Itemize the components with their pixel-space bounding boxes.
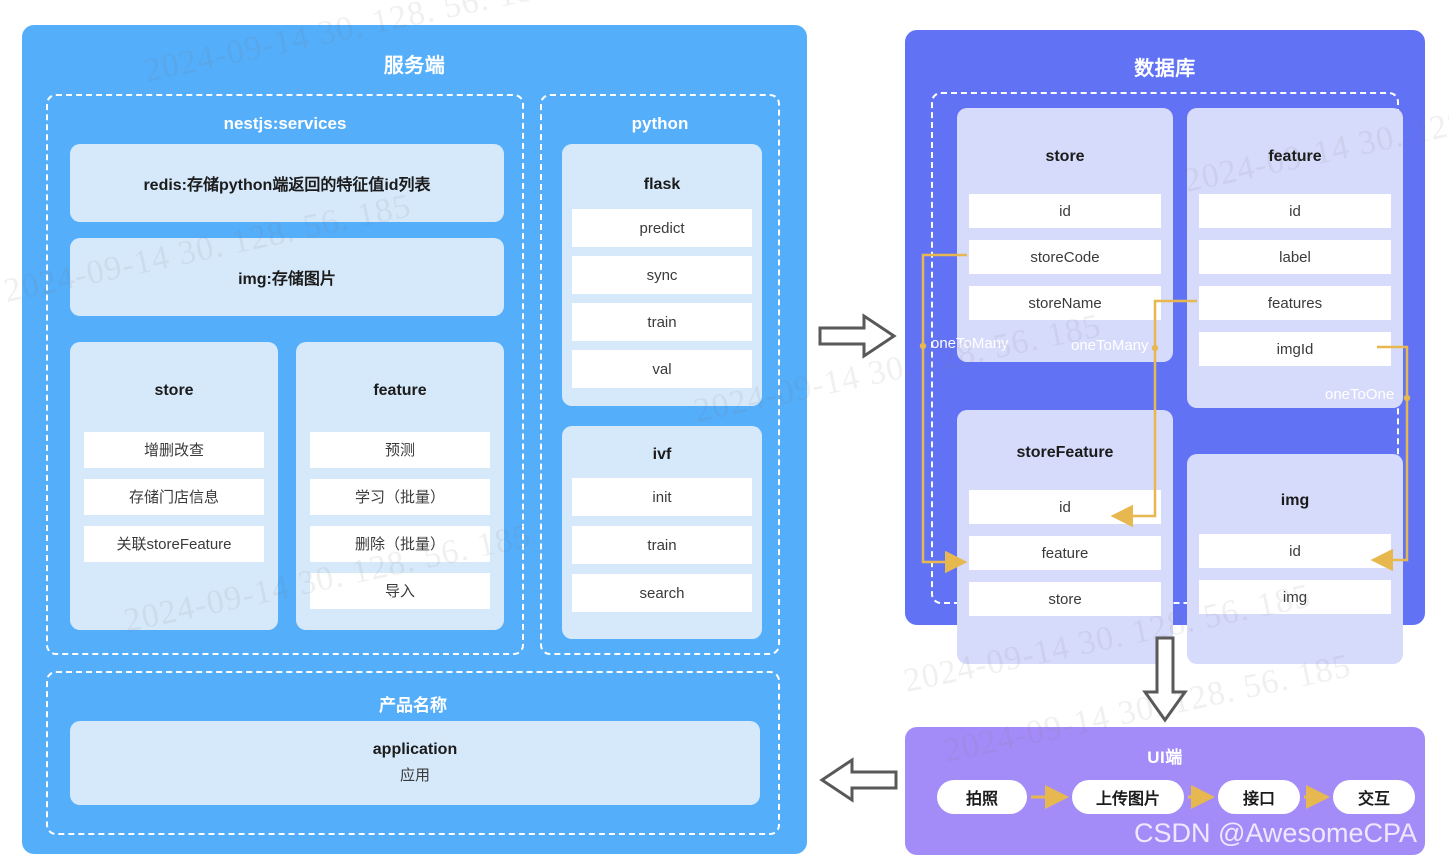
- application-card-title: application: [372, 741, 458, 758]
- arrow-server-to-database-icon: [818, 313, 897, 359]
- arrow-ui-to-server-icon: [819, 757, 898, 803]
- db-table-storefeature: storeFeature id feature store: [957, 410, 1173, 664]
- ui-step-interact[interactable]: 交互: [1333, 780, 1415, 814]
- feature-service-row: 预测: [310, 432, 490, 468]
- ui-panel: UI端 拍照 上传图片 接口 交互 CSDN @AwesomeCPA: [905, 727, 1425, 855]
- db-field: features: [1199, 286, 1391, 320]
- db-table-storefeature-title: storeFeature: [1016, 444, 1114, 461]
- nestjs-group-title: nestjs:services: [223, 114, 347, 133]
- application-card: application 应用: [70, 721, 760, 805]
- store-service-row: 存储门店信息: [84, 479, 264, 515]
- db-table-feature: feature id label features imgId: [1187, 108, 1403, 408]
- feature-service-card: feature 预测 学习（批量） 删除（批量） 导入: [296, 342, 504, 630]
- db-table-store: store id storeCode storeName: [957, 108, 1173, 362]
- db-table-img-title: img: [1280, 492, 1310, 509]
- flask-row: val: [572, 350, 752, 388]
- db-field: feature: [969, 536, 1161, 570]
- relation-label-onetomany-feature: oneToMany: [1071, 337, 1149, 354]
- db-field: id: [969, 194, 1161, 228]
- ui-step-upload[interactable]: 上传图片: [1072, 780, 1184, 814]
- db-field: id: [1199, 194, 1391, 228]
- ivf-row: init: [572, 478, 752, 516]
- db-field: storeCode: [969, 240, 1161, 274]
- ivf-card: ivf init train search: [562, 426, 762, 639]
- redis-card: redis:存储python端返回的特征值id列表: [70, 144, 504, 222]
- python-group-title: python: [631, 114, 689, 133]
- database-panel: 数据库 store id storeCode storeName feature…: [905, 30, 1425, 664]
- ivf-row: train: [572, 526, 752, 564]
- application-card-subtitle: 应用: [399, 767, 430, 784]
- db-field: img: [1199, 580, 1391, 614]
- db-field: store: [969, 582, 1161, 616]
- db-field: label: [1199, 240, 1391, 274]
- flask-title: flask: [643, 176, 681, 193]
- store-service-card: store 增删改查 存储门店信息 关联storeFeature: [70, 342, 278, 630]
- store-service-title: store: [154, 382, 194, 399]
- db-field: storeName: [969, 286, 1161, 320]
- img-storage-card: img:存储图片: [70, 238, 504, 316]
- server-panel-title: 服务端: [383, 55, 446, 77]
- database-panel-title: 数据库: [1134, 58, 1196, 80]
- flask-row: train: [572, 303, 752, 341]
- product-group: 产品名称 application 应用: [46, 671, 780, 835]
- store-service-row: 增删改查: [84, 432, 264, 468]
- db-field: id: [969, 490, 1161, 524]
- ui-step-capture[interactable]: 拍照: [937, 780, 1027, 814]
- db-table-feature-title: feature: [1268, 148, 1322, 165]
- arrow-database-to-ui-icon: [1142, 636, 1188, 723]
- redis-card-label: redis:存储python端返回的特征值id列表: [143, 177, 431, 194]
- flask-card: flask predict sync train val: [562, 144, 762, 406]
- relation-label-onetoone-img: oneToOne: [1325, 386, 1395, 403]
- db-field: id: [1199, 534, 1391, 568]
- db-table-img: img id img: [1187, 454, 1403, 664]
- db-table-store-title: store: [1045, 148, 1085, 165]
- ui-panel-title: UI端: [1147, 748, 1183, 767]
- store-service-row: 关联storeFeature: [84, 526, 264, 562]
- feature-service-row: 删除（批量）: [310, 526, 490, 562]
- feature-service-row: 导入: [310, 573, 490, 609]
- flask-row: predict: [572, 209, 752, 247]
- flask-row: sync: [572, 256, 752, 294]
- ui-step-api[interactable]: 接口: [1218, 780, 1300, 814]
- nestjs-services-group: nestjs:services redis:存储python端返回的特征值id列…: [46, 94, 524, 655]
- feature-service-row: 学习（批量）: [310, 479, 490, 515]
- img-storage-card-label: img:存储图片: [238, 271, 336, 288]
- feature-service-title: feature: [373, 382, 427, 399]
- product-group-title: 产品名称: [379, 696, 447, 715]
- architecture-diagram: 服务端 nestjs:services redis:存储python端返回的特征…: [0, 0, 1449, 866]
- db-field: imgId: [1199, 332, 1391, 366]
- server-panel: 服务端 nestjs:services redis:存储python端返回的特征…: [22, 25, 807, 854]
- python-group: python flask predict sync train val ivf …: [540, 94, 780, 655]
- ivf-title: ivf: [652, 446, 672, 463]
- ivf-row: search: [572, 574, 752, 612]
- csdn-credit: CSDN @AwesomeCPA: [1134, 818, 1417, 848]
- relation-label-onetomany-store: oneToMany: [931, 335, 1009, 352]
